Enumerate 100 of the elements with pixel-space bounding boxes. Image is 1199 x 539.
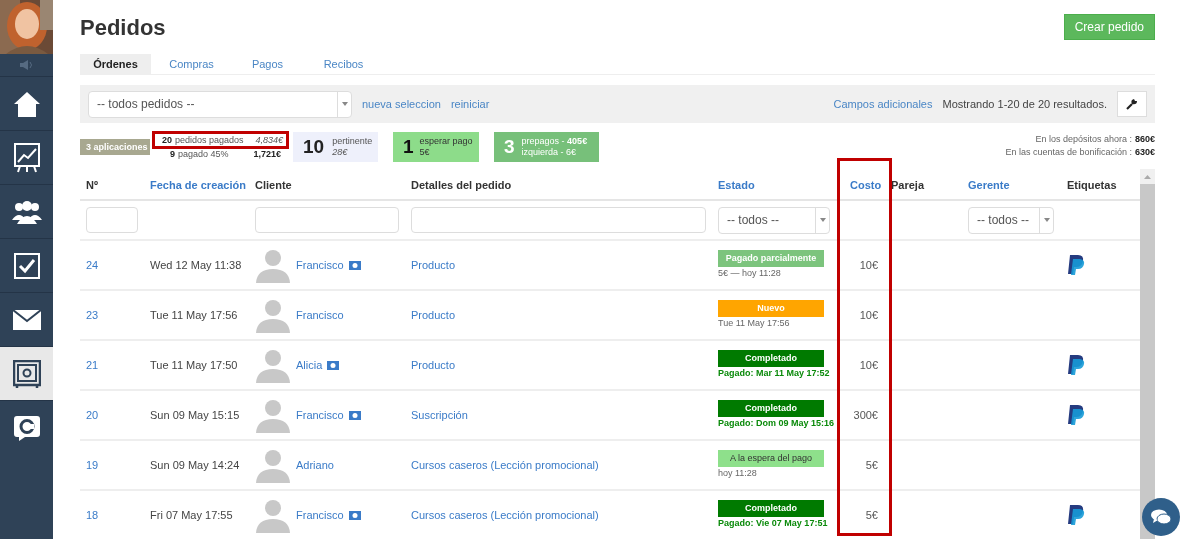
relevant-label: pertinente <box>332 136 373 147</box>
tab[interactable]: Compras <box>156 54 227 74</box>
tab[interactable]: Pagos <box>232 54 303 74</box>
paid-amount: 4,834€ <box>255 134 283 147</box>
awaiting-label: esperar pago <box>419 136 473 147</box>
client-link[interactable]: Adriano <box>296 456 334 474</box>
sidebar-item[interactable] <box>0 346 53 400</box>
date-cell: Wed 12 May 11:38 <box>150 258 242 271</box>
client-link[interactable]: Francisco <box>296 406 344 424</box>
status-note: Tue 11 May 17:56 <box>718 317 790 330</box>
avatar-icon <box>255 397 291 433</box>
balance-value: 630€ <box>1134 146 1155 159</box>
orders-select[interactable]: -- todos pedidos -- <box>88 90 352 118</box>
create-order-button[interactable]: Crear pedido <box>1063 14 1155 40</box>
awaiting-amount: 5€ <box>419 147 431 158</box>
extra-fields-link[interactable]: Campos adicionales <box>833 95 933 113</box>
balance-label: En las cuentas de bonificación : <box>1005 146 1132 159</box>
details-filter-field[interactable] <box>411 207 706 233</box>
order-number-link[interactable]: 21 <box>86 358 99 371</box>
column-header[interactable]: Estado <box>718 179 755 191</box>
chat-button[interactable] <box>1142 498 1180 536</box>
relevant-count: 10 <box>303 134 325 159</box>
column-header: Detalles del pedido <box>411 179 512 191</box>
awaiting-count: 1 <box>403 134 414 159</box>
details-link[interactable]: Producto <box>411 308 456 321</box>
column-header[interactable]: Fecha de creación <box>150 179 246 191</box>
column-header: Cliente <box>255 179 292 191</box>
order-number-link[interactable]: 20 <box>86 408 99 421</box>
chat-icon <box>1151 509 1171 525</box>
client-link[interactable]: Alicia <box>296 356 323 374</box>
order-number-link[interactable]: 18 <box>86 508 99 521</box>
details-link[interactable]: Suscripción <box>411 408 468 421</box>
column-header[interactable]: Gerente <box>968 179 1010 191</box>
reset-link[interactable]: reiniciar <box>450 95 490 113</box>
order-number-link[interactable]: 24 <box>86 258 99 271</box>
balance-label: En los depósitos ahora : <box>1035 133 1132 146</box>
avatar-icon <box>255 497 291 533</box>
new-selection-link[interactable]: nueva seleccion <box>362 95 441 113</box>
mail-icon <box>12 309 41 330</box>
status-note: Pagado: Mar 11 May 17:52 <box>718 367 830 380</box>
status-badge: Completado <box>718 350 824 367</box>
manager-filter-select[interactable]: -- todos -- <box>968 206 1054 234</box>
relevant-amount: 28€ <box>332 147 349 158</box>
status-badge: A la espera del pago <box>718 450 824 467</box>
order-number-link[interactable]: 19 <box>86 458 99 471</box>
tab[interactable]: Órdenes <box>80 54 151 74</box>
status-badge: Nuevo <box>718 300 824 317</box>
cost-cell: 5€ <box>865 508 878 521</box>
avatar-icon <box>255 247 291 283</box>
tab[interactable]: Recibos <box>308 54 379 74</box>
paid-part-amount: 1,721€ <box>253 148 281 160</box>
order-number-link[interactable]: 23 <box>86 308 99 321</box>
status-filter-select[interactable]: -- todos -- <box>718 206 830 234</box>
client-filter-field[interactable] <box>255 207 399 233</box>
results-count: Mostrando 1-20 de 20 resultados. <box>942 96 1107 112</box>
paid-label: pedidos pagados <box>175 134 244 147</box>
logo-icon <box>12 413 41 442</box>
details-link[interactable]: Producto <box>411 258 456 271</box>
client-link[interactable]: Francisco <box>296 306 344 324</box>
status-badge: Pagado parcialmente <box>718 250 824 267</box>
caret-icon <box>341 102 348 106</box>
wrench-icon <box>1126 98 1138 110</box>
status-badge: Completado <box>718 500 824 517</box>
details-link[interactable]: Cursos caseros (Lección promocional) <box>411 508 599 521</box>
status-note: Pagado: Vie 07 May 17:51 <box>718 517 828 530</box>
balance-value: 860€ <box>1134 133 1155 146</box>
page-title: Pedidos <box>80 13 166 42</box>
status-badge: Completado <box>718 400 824 417</box>
paid-count: 20 <box>162 134 172 147</box>
date-cell: Fri 07 May 17:55 <box>150 508 233 521</box>
column-header: Nº <box>86 179 98 191</box>
paid-part-label: pagado 45% <box>178 148 229 160</box>
caret-icon <box>1043 218 1050 222</box>
status-note: 5€ — hoy 11:28 <box>718 267 781 280</box>
details-link[interactable]: Producto <box>411 358 456 371</box>
column-header[interactable]: Costo <box>850 179 882 191</box>
details-link[interactable]: Cursos caseros (Lección promocional) <box>411 458 599 471</box>
checkbox-icon <box>13 252 40 279</box>
scroll-up-icon <box>1144 174 1151 179</box>
chart-icon <box>13 142 40 173</box>
prepaid-count: 3 <box>504 134 515 159</box>
status-note: hoy 11:28 <box>718 467 757 480</box>
cost-cell: 10€ <box>859 308 878 321</box>
cost-cell: 5€ <box>865 458 878 471</box>
paid-part-count: 9 <box>170 148 175 160</box>
caret-icon <box>819 218 826 222</box>
remaining-label: izquierda - 6€ <box>521 147 578 158</box>
status-note: Pagado: Dom 09 May 15:16 <box>718 417 835 430</box>
scrollbar[interactable] <box>1140 169 1155 539</box>
cost-cell: 10€ <box>859 358 878 371</box>
date-cell: Sun 09 May 15:15 <box>150 408 240 421</box>
safe-icon <box>12 359 41 388</box>
client-link[interactable]: Francisco <box>296 256 344 274</box>
column-header: Etiquetas <box>1067 179 1117 191</box>
avatar-icon <box>255 447 291 483</box>
client-link[interactable]: Francisco <box>296 506 344 524</box>
number-filter-field[interactable] <box>86 207 138 233</box>
settings-button[interactable] <box>1117 91 1147 117</box>
column-header: Pareja <box>891 179 925 191</box>
applications-badge: 3 aplicaciones <box>80 139 150 155</box>
